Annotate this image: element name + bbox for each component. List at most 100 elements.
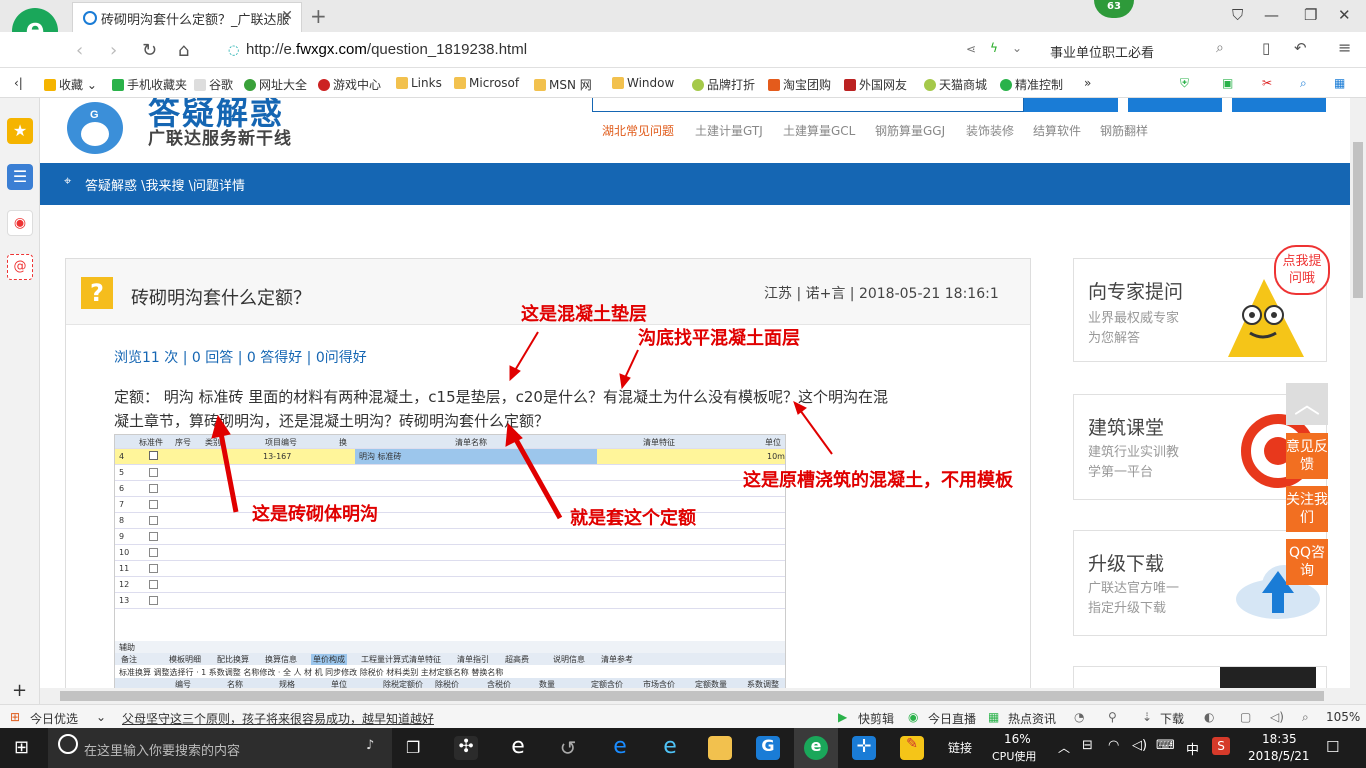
browser-taskbar-icon[interactable]: e bbox=[804, 736, 828, 760]
pinwheel-icon[interactable]: ✣ bbox=[454, 736, 478, 760]
new-tab-icon[interactable]: + bbox=[310, 4, 327, 28]
bookmark-item[interactable]: Window bbox=[612, 76, 674, 90]
edge-e-icon[interactable]: e bbox=[506, 736, 530, 760]
bookmark-item[interactable]: 手机收藏夹 bbox=[112, 76, 187, 93]
chevron-down-icon[interactable]: ⌄ bbox=[1012, 41, 1022, 55]
aux-tab[interactable]: 清单特征 bbox=[407, 654, 443, 665]
task-view-icon[interactable]: ❐ bbox=[406, 738, 420, 757]
grid-row[interactable]: 11 bbox=[115, 561, 785, 577]
grid-icon[interactable]: ▦ bbox=[1334, 76, 1345, 90]
row-checkbox[interactable] bbox=[149, 548, 158, 557]
edge-icon[interactable]: e bbox=[608, 736, 632, 760]
restore-icon[interactable]: ❐ bbox=[1304, 6, 1317, 24]
shield-icon[interactable]: ⛨ bbox=[1180, 76, 1189, 91]
tray-up-icon[interactable]: ︿ bbox=[1058, 739, 1070, 756]
row-checkbox[interactable] bbox=[149, 596, 158, 605]
bookmark-item[interactable]: 网址大全 bbox=[244, 76, 307, 93]
favorites-star-icon[interactable]: ★ bbox=[7, 118, 33, 144]
news-headline[interactable]: 父母坚守这三个原则，孩子将来很容易成功，越早知道越好 bbox=[122, 710, 434, 727]
menu-icon[interactable]: ≡ bbox=[1338, 38, 1351, 57]
ask-bubble[interactable]: 点我提问哦 bbox=[1274, 245, 1330, 295]
add-icon[interactable]: + bbox=[12, 680, 27, 701]
network-icon[interactable]: ⊟ bbox=[1082, 738, 1093, 753]
bookmark-item[interactable]: Microsof bbox=[454, 76, 519, 90]
back-icon[interactable]: ‹ bbox=[76, 40, 83, 61]
notification-badge[interactable]: 63 bbox=[1094, 0, 1134, 18]
answer-button[interactable] bbox=[1232, 98, 1326, 112]
bookmark-item[interactable]: 品牌打折 bbox=[692, 76, 755, 93]
bookmark-item[interactable]: 淘宝团购 bbox=[768, 76, 831, 93]
bookmark-item[interactable]: MSN 网 bbox=[534, 76, 592, 93]
bookmark-item[interactable]: 收藏 ⌄ bbox=[44, 76, 97, 93]
share-icon[interactable]: ⋖ bbox=[966, 42, 976, 56]
aux-tab[interactable]: 模板明细 bbox=[167, 654, 203, 665]
aux-tab[interactable]: 说明信息 bbox=[551, 654, 587, 665]
ask-button[interactable] bbox=[1128, 98, 1222, 112]
restore-small-icon[interactable]: ◐ bbox=[1204, 710, 1214, 724]
feedback-button[interactable]: 意见反馈 bbox=[1286, 433, 1328, 479]
window-icon[interactable]: ▢ bbox=[1240, 710, 1251, 724]
sidebar-toggle-icon[interactable]: ‹| bbox=[14, 76, 23, 90]
wifi-icon[interactable]: ◠ bbox=[1108, 738, 1119, 753]
status-item[interactable]: 下载 bbox=[1160, 710, 1184, 727]
horizontal-scrollbar[interactable] bbox=[40, 688, 1350, 704]
row-checkbox[interactable] bbox=[149, 564, 158, 573]
expert-card[interactable] bbox=[1073, 666, 1327, 688]
browser-tab[interactable]: 砖砌明沟套什么定额？_广联达服 ✕ bbox=[72, 2, 302, 32]
bookmark-item[interactable]: 谷歌 bbox=[194, 76, 233, 93]
hscroll-thumb[interactable] bbox=[60, 691, 1324, 701]
vertical-scrollbar[interactable] bbox=[1350, 98, 1366, 704]
shirt-icon[interactable]: ⛉ bbox=[1232, 6, 1243, 24]
back-to-top-icon[interactable]: ︿ bbox=[1286, 383, 1328, 425]
aux-tab[interactable]: 配比换算 bbox=[215, 654, 251, 665]
close-window-icon[interactable]: ✕ bbox=[1338, 6, 1351, 24]
aux-tab[interactable]: 超高费 bbox=[503, 654, 531, 665]
notification-icon[interactable]: ☐ bbox=[1326, 738, 1339, 756]
qq-consult-button[interactable]: QQ咨询 bbox=[1286, 539, 1328, 585]
status-item[interactable]: 热点资讯 bbox=[1008, 710, 1056, 727]
clock-date[interactable]: 2018/5/21 bbox=[1248, 749, 1310, 763]
ask-expert-card[interactable]: 向专家提问 业界最权威专家 为您解答 点我提问哦 bbox=[1073, 245, 1330, 362]
microphone-icon[interactable]: ♪ bbox=[366, 738, 374, 753]
ie-icon[interactable]: e bbox=[658, 736, 682, 760]
scrollbar-thumb[interactable] bbox=[1353, 142, 1363, 298]
bookmark-item[interactable]: Links bbox=[396, 76, 442, 90]
news-label[interactable]: 今日优选 bbox=[30, 710, 78, 727]
chevron-down-icon[interactable]: ⌄ bbox=[96, 710, 106, 724]
close-tab-icon[interactable]: ✕ bbox=[281, 8, 293, 24]
sogou-icon[interactable]: S bbox=[1212, 737, 1230, 755]
search-field[interactable]: 事业单位职工必看 bbox=[1040, 36, 1240, 64]
search-tool-icon[interactable]: ⌕ bbox=[1300, 76, 1307, 91]
status-item[interactable]: 快剪辑 bbox=[858, 710, 894, 727]
bookmark-item[interactable]: 游戏中心 bbox=[318, 76, 381, 93]
aux-tab[interactable]: 清单指引 bbox=[455, 654, 491, 665]
list-icon[interactable]: ☰ bbox=[7, 164, 33, 190]
row-checkbox[interactable] bbox=[149, 580, 158, 589]
zoom-level[interactable]: 105% bbox=[1326, 710, 1360, 724]
broom-icon[interactable]: ⚲ bbox=[1108, 710, 1117, 724]
aux-tab[interactable]: 单价构成 bbox=[311, 654, 347, 665]
more-bookmarks-icon[interactable]: » bbox=[1084, 76, 1091, 90]
folder-icon[interactable] bbox=[708, 736, 732, 760]
lightning-icon[interactable]: ϟ bbox=[990, 41, 998, 55]
bookmark-item[interactable]: 外国网友 bbox=[844, 76, 907, 93]
follow-us-button[interactable]: 关注我们 bbox=[1286, 486, 1328, 532]
taskbar-search[interactable]: 在这里输入你要搜索的内容 ♪ bbox=[48, 728, 392, 768]
mail-icon[interactable]: @ bbox=[7, 254, 33, 280]
top-link[interactable]: 钢筋翻样 bbox=[1100, 122, 1148, 139]
status-item[interactable]: 今日直播 bbox=[928, 710, 976, 727]
speed-icon[interactable]: ◔ bbox=[1074, 710, 1084, 724]
plus-app-icon[interactable]: ✛ bbox=[852, 736, 876, 760]
ime-indicator[interactable]: 中 bbox=[1186, 739, 1199, 758]
phone-icon[interactable]: ▯ bbox=[1262, 39, 1270, 57]
weibo-icon[interactable]: ◉ bbox=[7, 210, 33, 236]
forward-icon[interactable]: › bbox=[110, 40, 117, 61]
volume-icon[interactable]: ◁) bbox=[1132, 738, 1147, 753]
refresh-icon[interactable]: ↻ bbox=[142, 40, 157, 61]
clock-time[interactable]: 18:35 bbox=[1262, 732, 1297, 746]
keyboard-icon[interactable]: ⌨ bbox=[1156, 738, 1175, 753]
glodon-g-icon[interactable]: G bbox=[756, 736, 780, 760]
grid-row[interactable]: 12 bbox=[115, 577, 785, 593]
links-label[interactable]: 链接 bbox=[948, 739, 972, 756]
bookmark-item[interactable]: 天猫商城 bbox=[924, 76, 987, 93]
